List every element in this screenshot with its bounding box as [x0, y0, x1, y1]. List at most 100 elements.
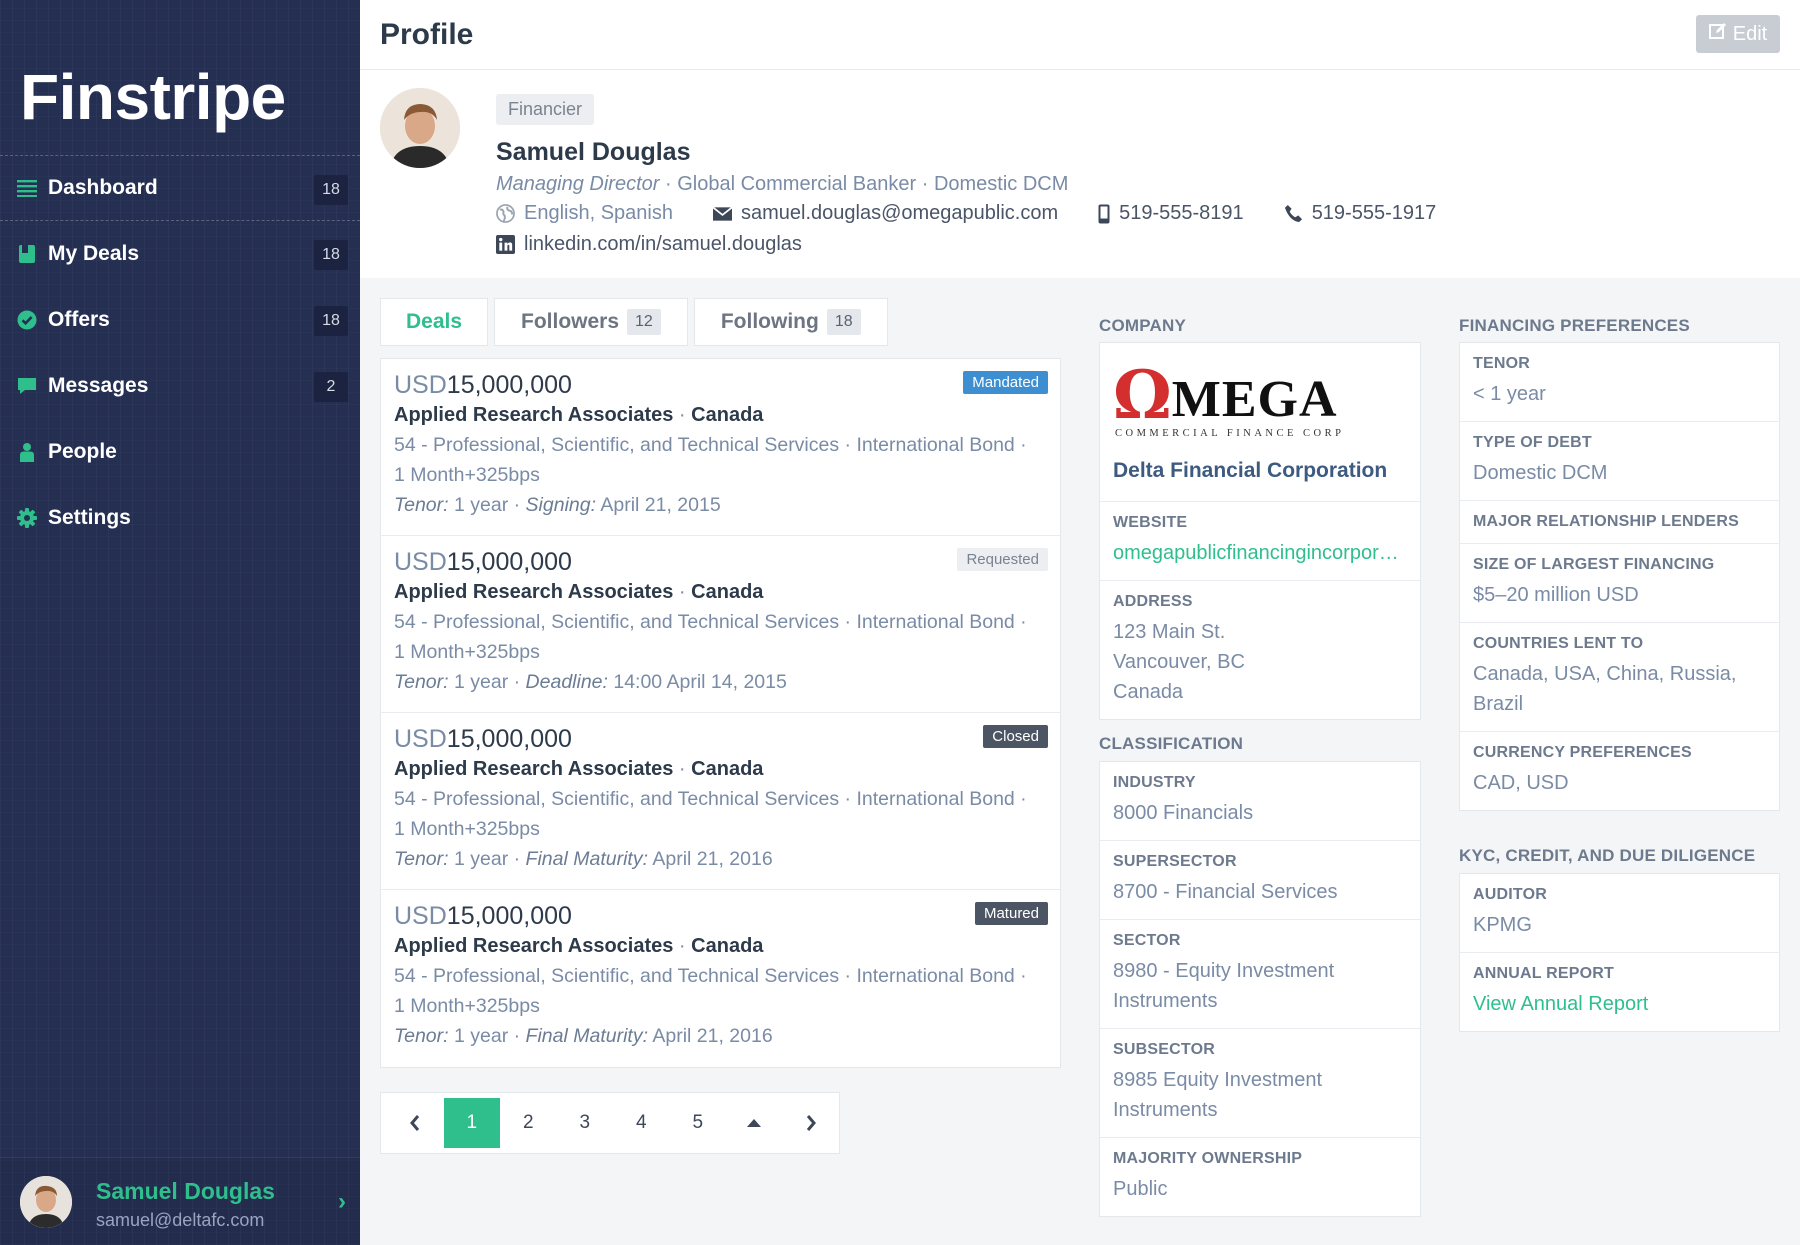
email-text: samuel.douglas@omegapublic.com — [740, 202, 1059, 224]
email-link[interactable]: samuel.douglas@omegapublic.com — [712, 202, 1059, 225]
deal-amount: USD15,000,000 — [394, 371, 1048, 405]
page-1-button[interactable]: 1 — [443, 1098, 500, 1148]
deal-dates: Tenor: 1 year · Signing: April 21, 2015 — [394, 494, 721, 516]
annual-report-link[interactable]: View Annual Report — [1473, 989, 1766, 1019]
chevron-left-icon — [410, 1115, 420, 1131]
tenor-value: 1 year — [454, 494, 509, 516]
deal-value: 15,000,000 — [446, 548, 572, 576]
sidebar-nav: Dashboard 18 My Deals 18 Offers 18 Messa… — [0, 155, 360, 551]
auditor-field: AUDITOR KPMG — [1460, 874, 1779, 953]
field-value: Canada, USA, China, Russia, Brazil — [1473, 663, 1737, 715]
status-badge: Mandated — [963, 371, 1048, 394]
address-line: Canada — [1113, 681, 1184, 703]
field-label: SIZE OF LARGEST FINANCING — [1473, 556, 1715, 573]
tab-followers[interactable]: Followers 12 — [494, 298, 688, 346]
countries-field: COUNTRIES LENT TO Canada, USA, China, Ru… — [1460, 623, 1779, 732]
tab-deals[interactable]: Deals — [380, 298, 488, 346]
logo-text: MEGA — [1171, 371, 1338, 428]
tenor-label: Tenor: — [394, 848, 449, 870]
languages-text: English, Spanish — [524, 202, 673, 224]
subsector-field: SUBSECTOR 8985 Equity Investment Instrum… — [1100, 1029, 1420, 1138]
edit-icon — [1708, 22, 1727, 46]
sidebar-item-dashboard[interactable]: Dashboard 18 — [0, 155, 360, 221]
field-label: AUDITOR — [1473, 886, 1547, 903]
deal-item[interactable]: USD15,000,000 Applied Research Associate… — [381, 536, 1060, 713]
field-value: CAD, USD — [1473, 772, 1569, 794]
gear-icon — [16, 507, 38, 529]
field-value: 8980 - Equity Investment Instruments — [1113, 960, 1335, 1012]
sidebar-item-my-deals[interactable]: My Deals 18 — [0, 221, 360, 287]
tenor-value: 1 year — [454, 1025, 509, 1047]
address-field: ADDRESS 123 Main St. Vancouver, BC Canad… — [1100, 581, 1420, 719]
deal-rate: 1 Month+325bps — [394, 464, 540, 486]
count-badge: 18 — [314, 306, 348, 336]
sidebar-user[interactable]: Samuel Douglas samuel@deltafc.com › — [0, 1157, 360, 1245]
sidebar-item-people[interactable]: People — [0, 419, 360, 485]
deal-item[interactable]: USD15,000,000 Applied Research Associate… — [381, 890, 1060, 1067]
scroll-top-button[interactable] — [726, 1098, 783, 1148]
supersector-field: SUPERSECTOR 8700 - Financial Services — [1100, 841, 1420, 920]
tab-label: Followers — [521, 310, 620, 333]
address-line: 123 Main St. — [1113, 621, 1226, 643]
product-text: International Bond — [856, 434, 1015, 456]
industry-field: INDUSTRY 8000 Financials — [1100, 762, 1420, 841]
deal-currency: USD — [394, 371, 447, 399]
page-5-button[interactable]: 5 — [670, 1098, 727, 1148]
industry-text: 54 - Professional, Scientific, and Techn… — [394, 434, 840, 456]
tab-label: Following — [720, 310, 819, 333]
sidebar-item-messages[interactable]: Messages 2 — [0, 353, 360, 419]
sidebar-item-label: Settings — [48, 506, 131, 529]
website-link[interactable]: omegapublicfinancingincorporated.com — [1113, 538, 1407, 568]
field-label: MAJOR RELATIONSHIP LENDERS — [1473, 513, 1739, 530]
sidebar-item-offers[interactable]: Offers 18 — [0, 287, 360, 353]
field-value: Public — [1113, 1178, 1168, 1200]
field-label: SUPERSECTOR — [1113, 853, 1237, 870]
deal-item[interactable]: USD15,000,000 Applied Research Associate… — [381, 713, 1060, 890]
user-name: Samuel Douglas — [96, 1178, 275, 1204]
prev-page-button[interactable] — [387, 1098, 444, 1148]
pagination: 1 2 3 4 5 — [380, 1092, 840, 1154]
sidebar-item-settings[interactable]: Settings — [0, 485, 360, 551]
page-2-button[interactable]: 2 — [500, 1098, 557, 1148]
date-value: April 21, 2016 — [652, 848, 773, 870]
profile-header: Financier Samuel Douglas Managing Direct… — [360, 70, 1800, 278]
edit-label: Edit — [1732, 22, 1768, 45]
page-4-button[interactable]: 4 — [613, 1098, 670, 1148]
tab-following[interactable]: Following 18 — [693, 298, 888, 346]
profile-title: Managing Director · Global Commercial Ba… — [496, 173, 1068, 196]
deal-item[interactable]: USD15,000,000 Applied Research Associate… — [381, 359, 1060, 536]
phone-icon — [1284, 204, 1303, 223]
field-value: KPMG — [1473, 914, 1532, 936]
edit-button[interactable]: Edit — [1696, 15, 1780, 53]
kyc-card: AUDITOR KPMG ANNUAL REPORT View Annual R… — [1459, 873, 1780, 1032]
deal-industry: 54 - Professional, Scientific, and Techn… — [394, 434, 1027, 456]
caret-up-icon — [747, 1119, 762, 1127]
logo-wordmark: Ω MEGA — [1113, 359, 1407, 428]
envelope-icon — [712, 206, 732, 221]
field-label: SUBSECTOR — [1113, 1041, 1215, 1058]
field-label: SECTOR — [1113, 932, 1181, 949]
field-value: Domestic DCM — [1473, 462, 1608, 484]
field-value: 8985 Equity Investment Instruments — [1113, 1069, 1323, 1121]
date-value: 14:00 April 14, 2015 — [613, 671, 787, 693]
kyc-section-title: KYC, CREDIT, AND DUE DILIGENCE — [1459, 846, 1756, 865]
company-name: Applied Research Associates — [394, 935, 674, 957]
deal-country: Canada — [691, 404, 764, 426]
company-logo: Ω MEGA COMMERCIAL FINANCE CORP — [1113, 359, 1407, 439]
next-page-button[interactable] — [783, 1098, 840, 1148]
linkedin-link[interactable]: linkedin.com/in/samuel.douglas — [496, 233, 802, 256]
deal-amount: USD15,000,000 — [394, 725, 1048, 759]
largest-financing-field: SIZE OF LARGEST FINANCING $5–20 million … — [1460, 544, 1779, 623]
deal-value: 15,000,000 — [446, 725, 572, 753]
status-badge: Requested — [957, 548, 1048, 571]
top-bar: Profile Edit — [360, 0, 1800, 70]
job-title: Managing Director — [496, 173, 660, 195]
industry-text: 54 - Professional, Scientific, and Techn… — [394, 965, 840, 987]
job-roles: · Global Commercial Banker · Domestic DC… — [659, 173, 1069, 195]
page-3-button[interactable]: 3 — [557, 1098, 614, 1148]
deal-currency: USD — [394, 548, 447, 576]
mobile-number[interactable]: 519-555-8191 — [1098, 202, 1244, 225]
classification-card: INDUSTRY 8000 Financials SUPERSECTOR 870… — [1099, 761, 1421, 1217]
phone-number[interactable]: 519-555-1917 — [1284, 202, 1436, 225]
tenor-label: Tenor: — [394, 671, 449, 693]
